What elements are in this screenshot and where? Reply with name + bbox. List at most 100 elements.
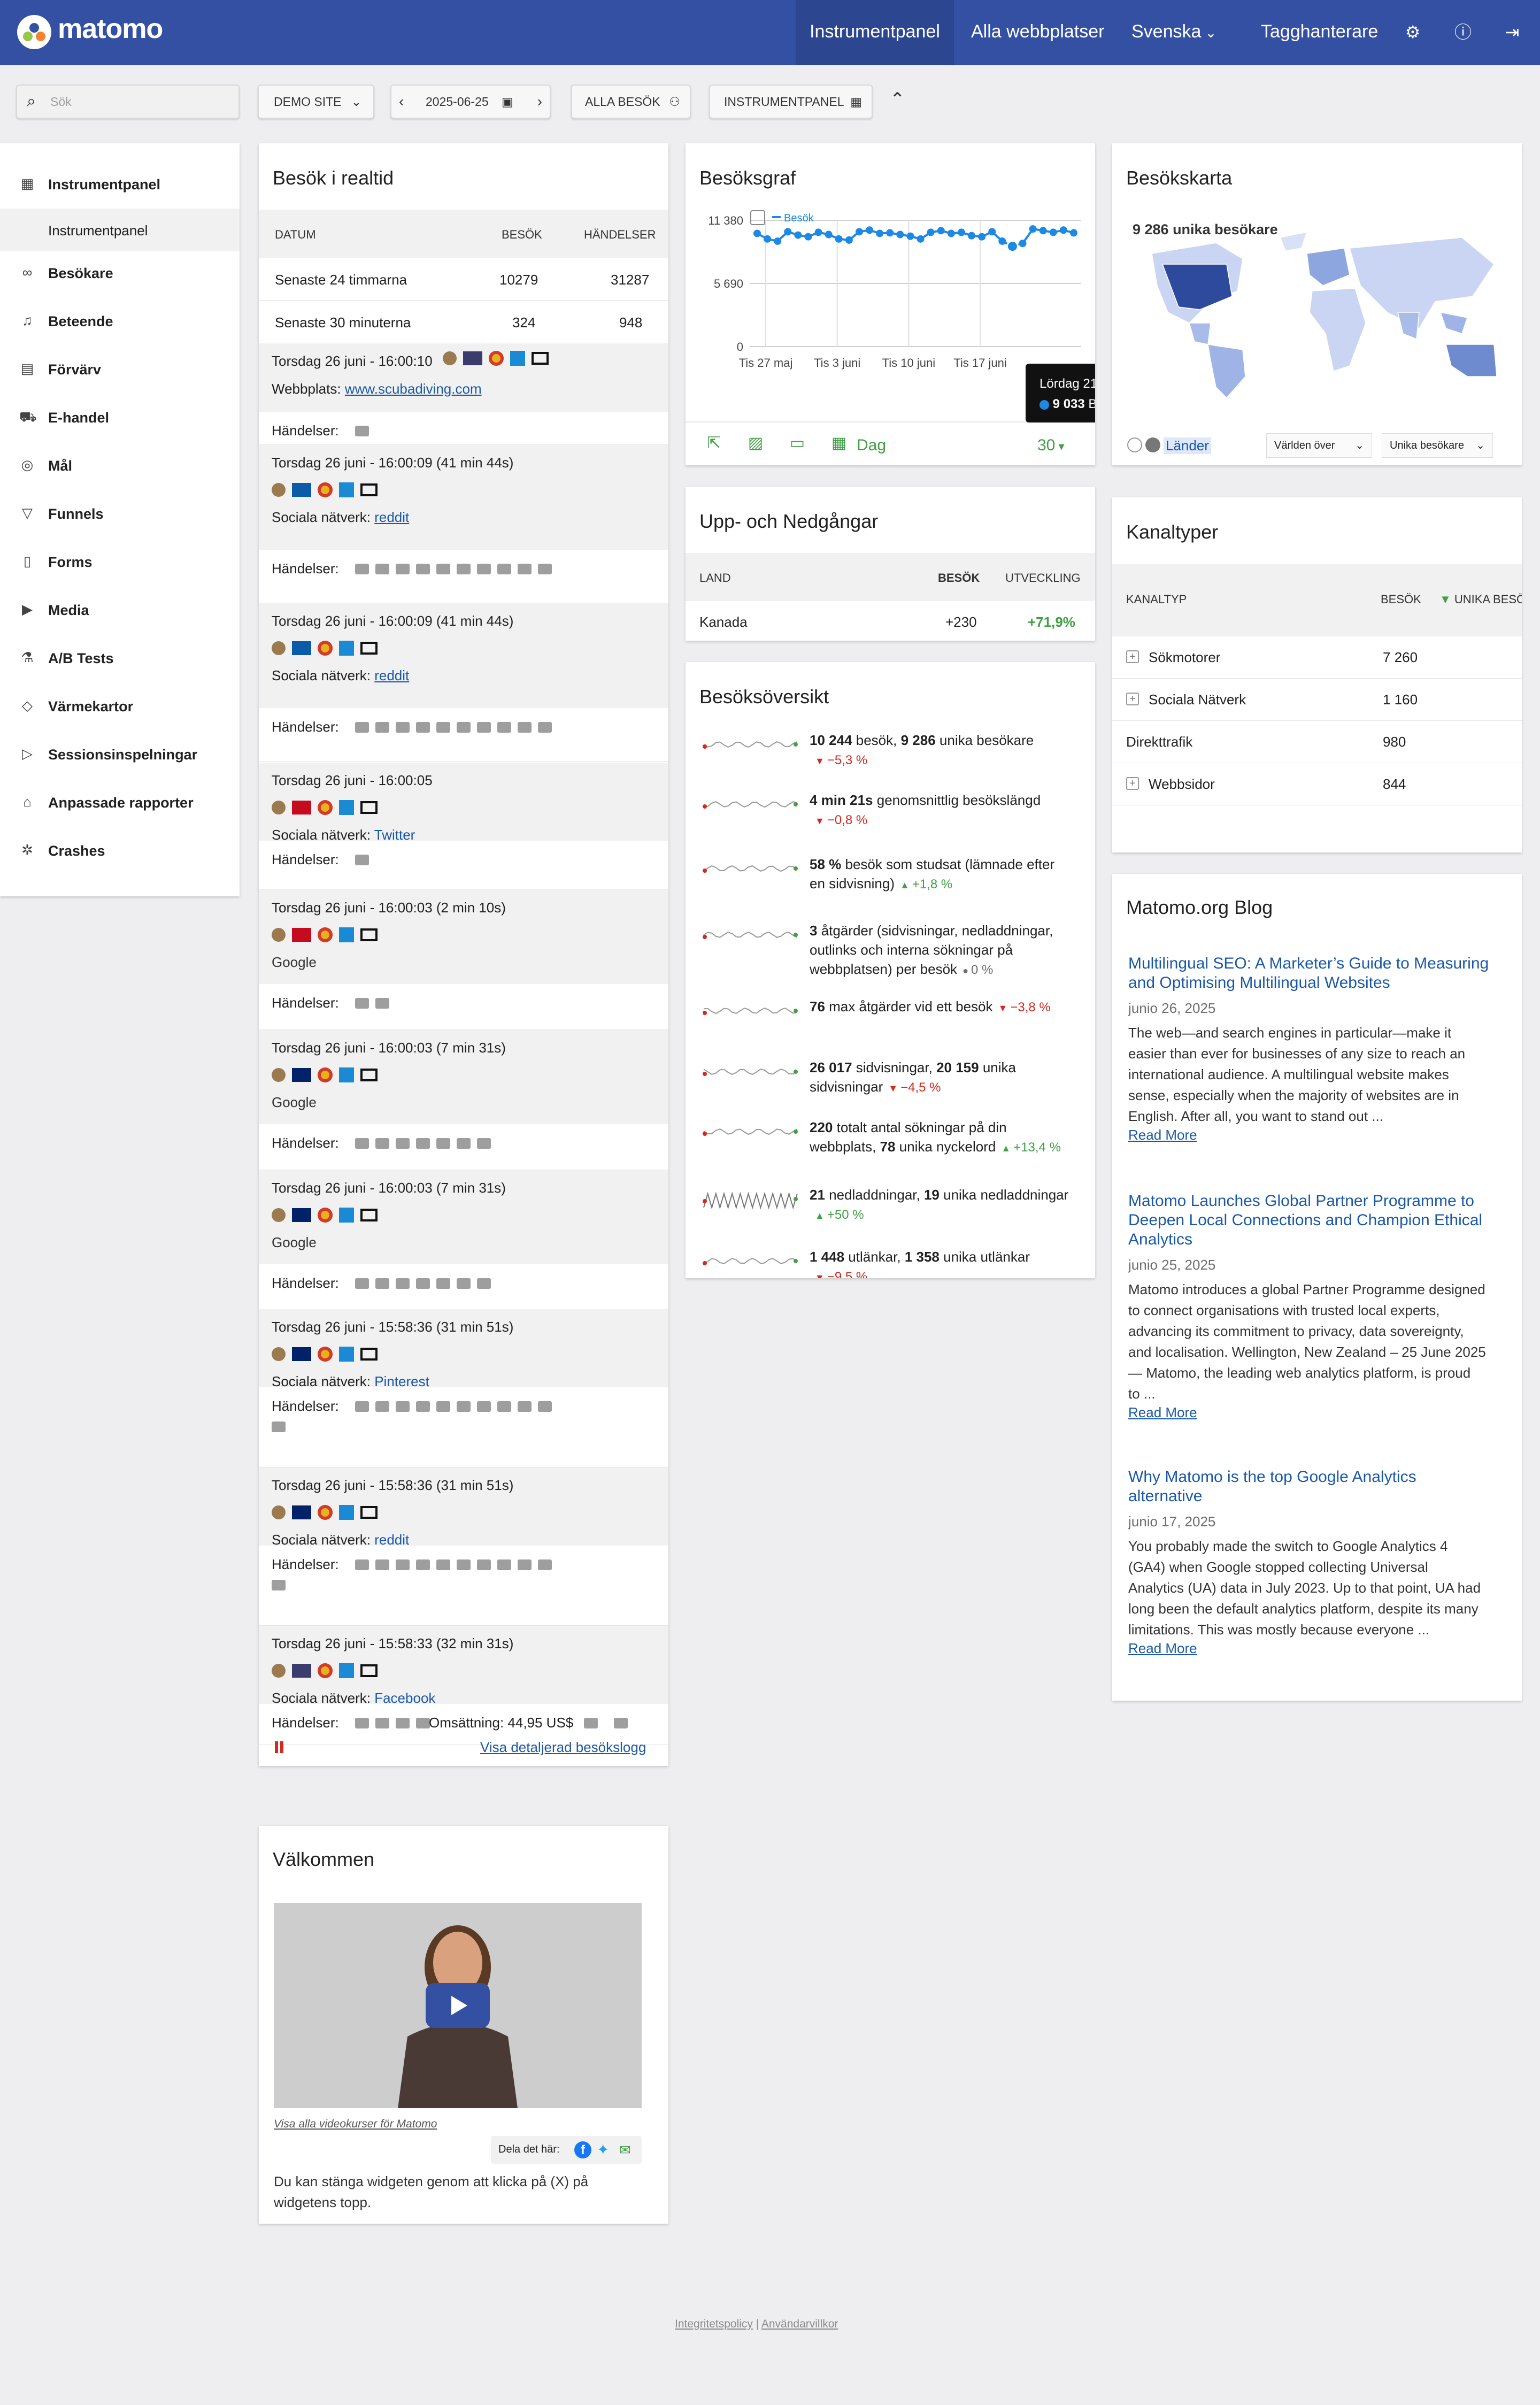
terms-link[interactable]: Användarvillkor [761,2318,838,2330]
welcome-video[interactable] [274,1903,642,2108]
event-icon[interactable] [457,564,471,574]
event-icon[interactable] [538,722,552,733]
table-row[interactable]: + Webbsidor 844 [1112,763,1522,805]
event-icon[interactable] [355,1138,369,1149]
event-icon[interactable] [355,1718,369,1728]
date-selector[interactable]: ‹ 2025-06-25 ▣ › [390,84,551,119]
event-icon[interactable] [375,1138,389,1149]
event-icon[interactable] [436,1559,450,1570]
expand-row-icon[interactable]: + [1126,777,1139,790]
sidebar-item-session-recordings[interactable]: ▷ Sessionsinspelningar [0,731,240,779]
source-link[interactable]: Google [272,1234,317,1250]
data-point[interactable] [774,237,782,245]
sidebar-item-crashes[interactable]: ✲ Crashes [0,827,240,875]
facebook-icon[interactable]: f [574,2141,591,2158]
data-point[interactable] [764,235,772,243]
expand-row-icon[interactable]: + [1126,693,1139,705]
visitor-profile-icon[interactable] [272,928,286,942]
event-icon[interactable] [457,722,471,733]
chart-image-icon[interactable] [750,210,765,225]
data-point[interactable] [998,237,1006,245]
visit-item[interactable]: Torsdag 26 juni - 16:00:03 (7 min 31s) Go… [259,1030,668,1124]
event-icon[interactable] [538,1401,552,1412]
image-icon[interactable]: ▨ [746,434,765,452]
event-icon[interactable] [416,1401,430,1412]
event-icon[interactable] [477,1559,491,1570]
visit-item[interactable]: Torsdag 26 juni - 15:58:33 (32 min 31s) S… [259,1626,668,1706]
visitor-profile-icon[interactable] [272,1068,286,1082]
calendar-icon[interactable]: ▦ [830,434,848,452]
event-icon[interactable] [375,1278,389,1289]
metric-select[interactable]: Unika besökare ⌄ [1382,433,1493,458]
event-icon[interactable] [518,722,532,733]
data-point[interactable] [906,232,914,240]
sidebar-item-ab-tests[interactable]: ⚗ A/B Tests [0,634,240,682]
export-icon[interactable]: ⇱ [705,434,723,452]
data-point[interactable] [917,235,925,243]
event-icon[interactable] [497,564,511,574]
event-icon[interactable] [375,722,389,733]
event-icon[interactable] [416,722,430,733]
event-icon[interactable] [375,1718,389,1728]
dashboard-selector[interactable]: INSTRUMENTPANEL ▦ [709,84,873,119]
blog-post-title[interactable]: Why Matomo is the top Google Analytics al… [1128,1467,1513,1506]
event-icon[interactable] [457,1559,471,1570]
visitor-log-link[interactable]: Visa detaljerad besökslogg [480,1739,646,1756]
data-point[interactable] [947,229,955,237]
period-selector[interactable]: Dag [857,436,886,455]
metric-sparkline[interactable] [702,1000,800,1025]
nav-language[interactable]: Svenska ⌄ [1131,0,1216,65]
event-icon[interactable] [436,1278,450,1289]
site-selector[interactable]: DEMO SITE ⌄ [258,84,374,119]
event-icon[interactable] [518,1559,532,1570]
visitor-profile-icon[interactable] [443,351,457,365]
event-icon[interactable] [396,1718,410,1728]
read-more-link[interactable]: Read More [1128,1127,1197,1143]
event-icon[interactable] [457,1138,471,1149]
blog-post-title[interactable]: Matomo Launches Global Partner Programme… [1128,1192,1513,1249]
event-icon[interactable] [457,1278,471,1289]
twitter-icon[interactable]: ✦ [597,2141,614,2158]
event-icon[interactable] [477,1278,491,1289]
visit-item[interactable]: Torsdag 26 juni - 16:00:03 (2 min 10s) Go… [259,890,668,984]
sidebar-item-goals[interactable]: ◎ Mål [0,442,240,490]
visit-item[interactable]: Torsdag 26 juni - 16:00:09 (41 min 44s) S… [259,603,668,708]
map-mode-countries[interactable]: Länder [1164,437,1211,454]
table-row[interactable]: + Sociala Nätverk 1 160 [1112,679,1522,721]
data-point[interactable] [937,227,945,235]
play-button[interactable] [426,1983,490,2028]
event-icon[interactable] [396,564,410,574]
metric-sparkline[interactable] [702,1250,800,1275]
event-icon[interactable] [396,722,410,733]
event-icon[interactable] [477,722,491,733]
event-icon[interactable] [396,1559,410,1570]
nav-tag-manager[interactable]: Tagghanterare [1261,0,1378,65]
data-point[interactable] [1070,229,1077,237]
event-icon[interactable] [272,1422,286,1432]
event-icon[interactable] [272,1580,286,1590]
event-icon[interactable] [477,564,491,574]
sidebar-item-media[interactable]: ▶ Media [0,586,240,634]
data-point[interactable] [957,228,965,236]
privacy-policy-link[interactable]: Integritetspolicy [675,2318,753,2330]
visitor-profile-icon[interactable] [272,483,286,497]
event-icon[interactable] [355,722,369,733]
metric-sparkline[interactable] [702,1121,800,1146]
sidebar-item-visitors[interactable]: ∞ Besökare [0,249,240,297]
brand-name[interactable]: matomo [58,13,163,45]
sidebar-item-acquisition[interactable]: ▤ Förvärv [0,345,240,394]
sidebar-item-dashboard[interactable]: ▦ Instrumentpanel [0,160,240,209]
event-icon[interactable] [457,1401,471,1412]
event-icon[interactable] [538,564,552,574]
video-courses-link[interactable]: Visa alla videokurser för Matomo [274,2118,437,2131]
nav-dashboard[interactable]: Instrumentpanel [796,0,954,65]
event-icon[interactable] [416,1278,430,1289]
metric-sparkline[interactable] [702,1061,800,1086]
data-point[interactable] [835,235,843,243]
column-header-unique[interactable]: ▼ UNIKA BESÖ [1439,593,1522,606]
prev-period-icon[interactable]: ‹ [399,86,404,118]
event-icon[interactable] [477,1401,491,1412]
next-period-icon[interactable]: › [537,86,542,118]
event-icon[interactable] [396,1138,410,1149]
sidebar-item-forms[interactable]: ▯ Forms [0,538,240,586]
